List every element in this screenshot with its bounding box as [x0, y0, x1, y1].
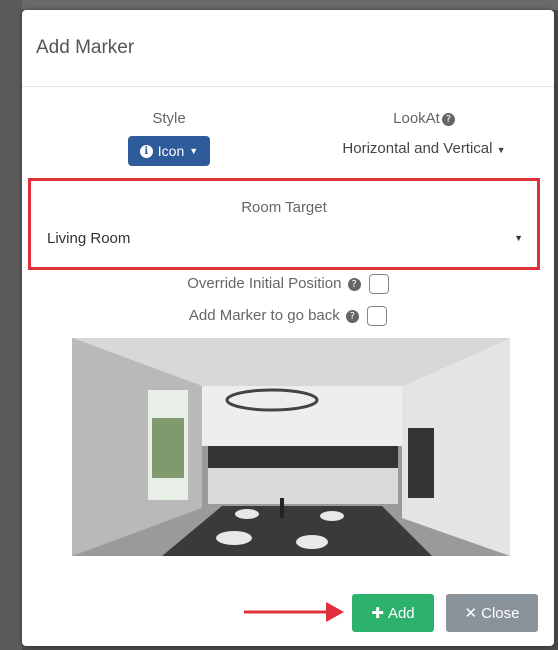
backdrop-top [0, 0, 558, 10]
lookat-select[interactable]: Horizontal and Vertical ▼ [304, 140, 544, 157]
close-button-label: Close [481, 604, 520, 622]
room-target-highlight: Room Target Living Room ▼ [28, 178, 540, 270]
question-icon[interactable]: ? [347, 277, 361, 291]
backdrop-left [0, 0, 22, 650]
close-icon: ✕ [464, 605, 478, 622]
add-button-label: Add [387, 604, 415, 622]
question-icon[interactable]: ? [441, 112, 455, 126]
lookat-group: LookAt? Horizontal and Vertical ▼ [304, 108, 544, 157]
question-icon[interactable]: ? [345, 309, 359, 323]
style-lookat-row: Style i Icon ▼ LookAt? Horizontal and Ve… [22, 108, 554, 168]
style-group: Style i Icon ▼ [104, 108, 234, 166]
modal-title: Add Marker [36, 37, 135, 58]
close-button[interactable]: ✕ Close [446, 594, 538, 632]
room-target-value: Living Room [47, 229, 131, 247]
room-preview-image [72, 338, 510, 556]
caret-down-icon: ▼ [496, 145, 506, 155]
lookat-label-row: LookAt? [304, 108, 544, 130]
modal-header: Add Marker [22, 10, 554, 87]
go-back-marker-row: Add Marker to go back ? [22, 306, 554, 326]
go-back-marker-label: Add Marker to go back [188, 306, 340, 324]
caret-down-icon: ▼ [189, 146, 199, 156]
room-target-label: Room Target [241, 199, 327, 216]
override-position-row: Override Initial Position ? [22, 274, 554, 294]
plus-icon: ✚ [371, 605, 384, 622]
style-button-label: Icon [157, 143, 185, 159]
lookat-value: Horizontal and Vertical [342, 140, 493, 157]
override-position-checkbox[interactable] [368, 274, 389, 294]
red-arrow-annotation [244, 602, 344, 622]
override-position-label: Override Initial Position [187, 274, 342, 292]
add-marker-modal: Add Marker Style i Icon ▼ LookAt? Horizo… [22, 10, 554, 646]
style-dropdown-button[interactable]: i Icon ▼ [127, 136, 211, 166]
caret-down-icon: ▼ [514, 233, 523, 243]
kitchen-scene-illustration [72, 338, 510, 556]
lookat-label: LookAt [393, 110, 440, 127]
go-back-marker-checkbox[interactable] [367, 306, 388, 326]
info-icon: i [139, 144, 153, 158]
style-label: Style [152, 110, 186, 127]
room-target-select[interactable]: Living Room ▼ [47, 225, 523, 251]
add-button[interactable]: ✚ Add [352, 594, 434, 632]
